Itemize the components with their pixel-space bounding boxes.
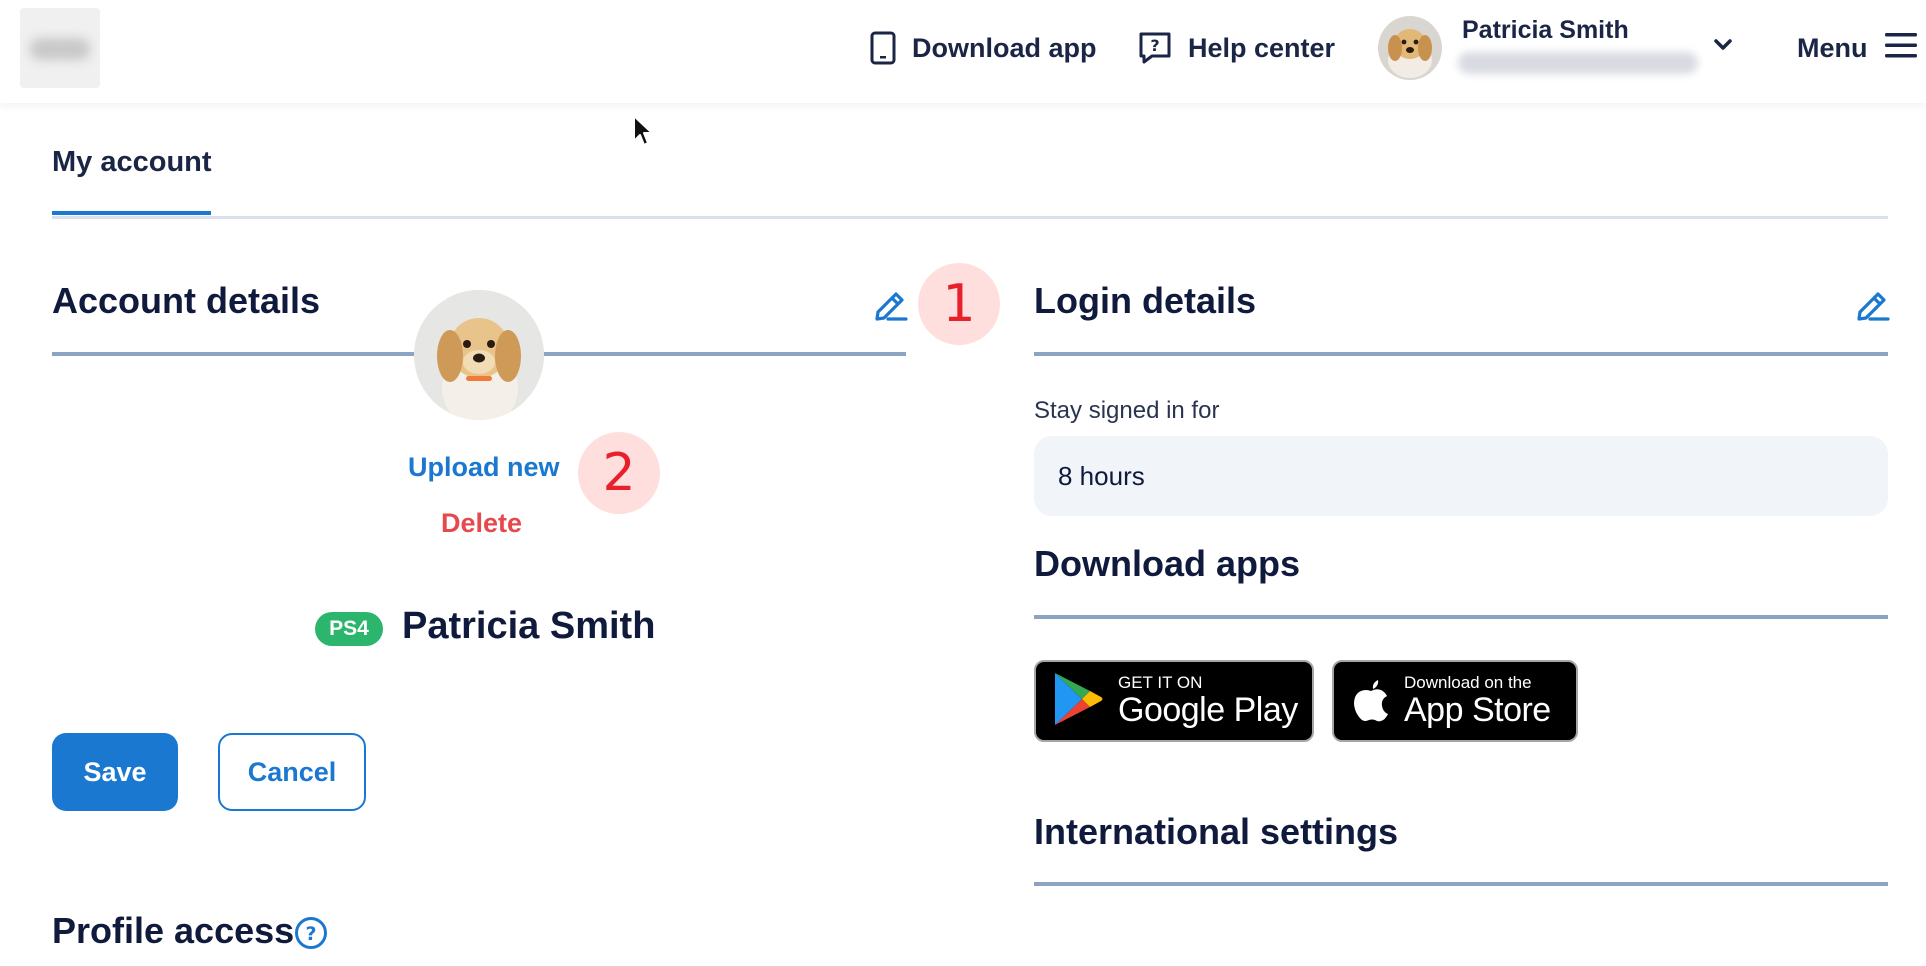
app-store-badge[interactable]: Download on the App Store: [1332, 660, 1578, 742]
svg-text:?: ?: [305, 923, 316, 945]
download-app-link[interactable]: Download app: [870, 28, 1097, 68]
international-settings-title: International settings: [1034, 811, 1399, 852]
tab-my-account[interactable]: My account: [52, 146, 212, 179]
app-store-big-text: App Store: [1404, 691, 1551, 729]
pencil-icon[interactable]: [872, 286, 908, 327]
question-circle-icon[interactable]: ?: [294, 916, 328, 955]
initials-badge: PS4: [315, 612, 383, 646]
google-play-icon: [1052, 671, 1104, 732]
menu-button[interactable]: Menu: [1797, 28, 1918, 68]
help-chat-icon: ?: [1138, 31, 1172, 65]
menu-label: Menu: [1797, 32, 1868, 63]
app-store-small-text: Download on the: [1404, 673, 1532, 692]
download-apps-title: Download apps: [1034, 543, 1301, 584]
international-settings-divider: [1034, 882, 1888, 886]
stay-signed-in-field[interactable]: 8 hours: [1034, 436, 1888, 516]
profile-photo[interactable]: [414, 290, 544, 420]
user-name[interactable]: Patricia Smith: [1462, 16, 1629, 45]
device-icon: [870, 31, 896, 65]
help-center-label: Help center: [1188, 32, 1336, 63]
stay-signed-in-value: 8 hours: [1058, 460, 1145, 491]
apple-icon: [1352, 676, 1390, 727]
login-details-title: Login details: [1034, 280, 1257, 321]
cursor-icon: [632, 114, 654, 153]
upload-new-photo-link[interactable]: Upload new: [408, 452, 560, 483]
chevron-down-icon[interactable]: [1712, 34, 1734, 61]
pencil-icon[interactable]: [1854, 286, 1890, 327]
delete-photo-link[interactable]: Delete: [441, 508, 522, 539]
brand-logo[interactable]: [20, 8, 100, 88]
annotation-badge-1: 1: [918, 263, 1000, 345]
user-avatar[interactable]: [1378, 16, 1442, 80]
cancel-button[interactable]: Cancel: [218, 733, 366, 811]
google-play-badge[interactable]: GET IT ON Google Play: [1034, 660, 1314, 742]
hamburger-icon: [1884, 30, 1918, 67]
account-details-title: Account details: [52, 280, 321, 321]
login-details-divider: [1034, 352, 1888, 356]
help-center-link[interactable]: ? Help center: [1138, 28, 1335, 68]
save-button[interactable]: Save: [52, 733, 178, 811]
download-app-label: Download app: [912, 32, 1097, 63]
stay-signed-in-label: Stay signed in for: [1034, 397, 1220, 424]
active-tab-indicator: [52, 211, 211, 215]
profile-access-title: Profile access: [52, 910, 295, 951]
svg-text:?: ?: [1150, 36, 1159, 55]
top-navigation-bar: Download app ? Help center Patricia Smit…: [0, 0, 1926, 103]
profile-full-name: Patricia Smith: [402, 605, 656, 647]
google-play-small-text: GET IT ON: [1118, 673, 1203, 692]
user-email-redacted: [1458, 52, 1698, 74]
google-play-big-text: Google Play: [1118, 691, 1298, 729]
tabs-divider: [52, 216, 1888, 219]
annotation-badge-2: 2: [578, 432, 660, 514]
download-apps-divider: [1034, 615, 1888, 619]
